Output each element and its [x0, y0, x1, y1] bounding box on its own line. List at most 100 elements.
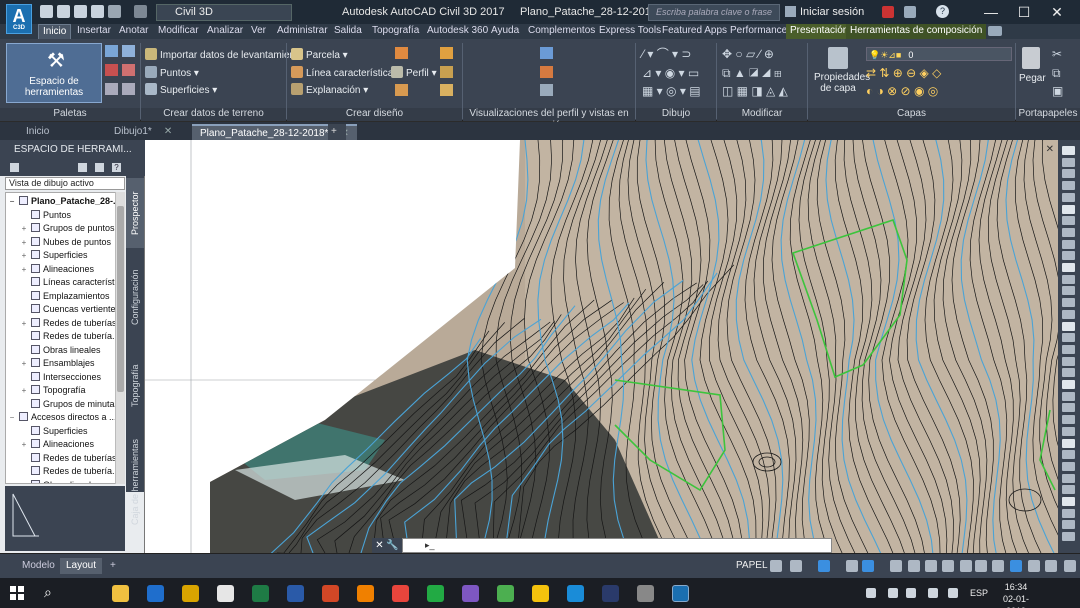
- tree-expand-icon[interactable]: +: [20, 236, 28, 249]
- tab-analizar[interactable]: Analizar: [207, 24, 243, 39]
- taskbar-app-icon[interactable]: [322, 585, 339, 602]
- taskbar-app-icon[interactable]: [147, 585, 164, 602]
- paper-space-toggle[interactable]: PAPEL: [736, 558, 768, 574]
- vtab-configuracion[interactable]: Configuración: [126, 252, 144, 342]
- status-toggle-icon[interactable]: [925, 560, 937, 572]
- viewport-close-icon[interactable]: ✕: [1046, 144, 1054, 155]
- close-tab-icon[interactable]: ✕: [164, 126, 172, 137]
- redo-icon[interactable]: [134, 5, 147, 18]
- parcel-button[interactable]: Parcela ▾: [291, 48, 348, 63]
- vtab-prospector[interactable]: Prospector: [126, 178, 144, 248]
- nav-tool-icon[interactable]: [1062, 473, 1075, 483]
- status-toggle-icon[interactable]: [818, 560, 830, 572]
- tray-icon[interactable]: [948, 588, 958, 598]
- move-icon[interactable]: ✥ ○ ▱ ∕ ⊕: [722, 47, 774, 61]
- nav-tool-icon[interactable]: [1062, 426, 1075, 436]
- tree-item[interactable]: Grupos de minutas: [6, 398, 119, 412]
- hatch-icon[interactable]: ▦ ▾ ◎ ▾ ▤: [642, 84, 701, 98]
- nav-tool-icon[interactable]: [1062, 497, 1075, 506]
- tab-ayuda[interactable]: Ayuda: [491, 24, 519, 39]
- ribbon-options-icon[interactable]: [988, 26, 1002, 36]
- tree-item[interactable]: Líneas característ...: [6, 276, 122, 290]
- cut-icon[interactable]: ✂: [1052, 47, 1062, 61]
- tab-autodesk-360[interactable]: Autodesk 360: [427, 24, 488, 39]
- polyline-icon[interactable]: ⊿ ▾ ◉ ▾ ▭: [642, 66, 699, 80]
- tab-salida[interactable]: Salida: [334, 24, 362, 39]
- application-menu-button[interactable]: A C3D: [6, 4, 32, 34]
- tree-item[interactable]: Cuencas vertientes: [6, 303, 120, 317]
- vtab-caja-herramientas[interactable]: Caja de herramientas: [126, 432, 144, 532]
- tree-item[interactable]: + Ensamblajes: [6, 357, 95, 371]
- workspace-dropdown[interactable]: Civil 3D: [156, 4, 292, 21]
- copy-icon[interactable]: ⧉ ▲ ◪ ◢ ⊞: [722, 66, 782, 80]
- nav-tool-icon[interactable]: [1062, 520, 1075, 530]
- tree-item[interactable]: Redes de tubería...: [6, 330, 120, 344]
- taskbar-app-icon[interactable]: [497, 585, 514, 602]
- tree-expand-icon[interactable]: +: [20, 438, 28, 451]
- nav-tool-icon[interactable]: [1062, 286, 1075, 296]
- help-icon[interactable]: ?: [936, 5, 949, 18]
- search-icon[interactable]: ⌕: [44, 584, 52, 601]
- tray-icon[interactable]: [866, 588, 876, 598]
- tree-item[interactable]: + Topografía: [6, 384, 86, 398]
- tree-expand-icon[interactable]: +: [20, 222, 28, 235]
- corridor-icon[interactable]: [440, 84, 453, 96]
- feature-line-button[interactable]: Línea característica ▾: [291, 66, 401, 81]
- vtab-topografia[interactable]: Topografía: [126, 346, 144, 426]
- layer-tools-row-1[interactable]: ⇄ ⇅ ⊕ ⊖ ◈ ◇: [866, 66, 941, 80]
- tab-ver[interactable]: Ver: [251, 24, 266, 39]
- tab-featured-apps[interactable]: Featured Apps: [662, 24, 727, 39]
- drawing-canvas[interactable]: ✕: [145, 140, 1058, 553]
- tray-icon[interactable]: [888, 588, 898, 598]
- tree-item[interactable]: + Nubes de puntos: [6, 236, 111, 250]
- prospector-icon[interactable]: [105, 45, 118, 57]
- panel-title-design[interactable]: Crear diseño: [287, 108, 462, 121]
- tree-item[interactable]: − Plano_Patache_28-...: [6, 195, 121, 209]
- layer-properties-icon[interactable]: [828, 47, 848, 69]
- tab-topografia[interactable]: Topografía: [372, 24, 419, 39]
- input-language[interactable]: ESP: [970, 588, 988, 598]
- nav-tool-icon[interactable]: [1062, 403, 1075, 413]
- properties-icon[interactable]: [122, 45, 135, 57]
- nav-tool-icon[interactable]: [1062, 380, 1075, 389]
- tab-complementos[interactable]: Complementos: [528, 24, 595, 39]
- nav-tool-icon[interactable]: [1062, 146, 1075, 155]
- status-toggle-icon[interactable]: [942, 560, 954, 572]
- grading-button[interactable]: Explanación ▾: [291, 83, 368, 98]
- status-toggle-icon[interactable]: [890, 560, 902, 572]
- tab-administrar[interactable]: Administrar: [277, 24, 328, 39]
- tree-item[interactable]: Obras lineales: [6, 344, 101, 358]
- status-toggle-icon[interactable]: [975, 560, 987, 572]
- layer-dropdown[interactable]: 💡☀⊿■ 0: [866, 47, 1012, 61]
- tool-space-button[interactable]: ⚒ Espacio de herramientas: [6, 43, 102, 103]
- status-toggle-icon[interactable]: [992, 560, 1004, 572]
- tree-item[interactable]: Redes de tubería...: [6, 465, 120, 479]
- section-line-icon[interactable]: [540, 66, 553, 78]
- import-survey-button[interactable]: Importar datos de levantamiento: [145, 48, 303, 63]
- nav-tool-icon[interactable]: [1062, 461, 1075, 471]
- nav-tool-icon[interactable]: [1062, 450, 1075, 460]
- model-tab[interactable]: Modelo: [16, 558, 61, 574]
- tree-expand-icon[interactable]: +: [20, 317, 28, 330]
- scrollbar-thumb[interactable]: [117, 206, 124, 392]
- tree-scrollbar[interactable]: [115, 192, 125, 484]
- nav-tool-icon[interactable]: [1062, 368, 1075, 378]
- taskbar-app-icon[interactable]: [602, 585, 619, 602]
- tray-icon[interactable]: [928, 588, 938, 598]
- view-selector-dropdown[interactable]: Vista de dibujo activo: [5, 177, 125, 190]
- nav-tool-icon[interactable]: [1062, 485, 1075, 495]
- tree-item[interactable]: + Alineaciones: [6, 263, 94, 277]
- nav-tool-icon[interactable]: [1062, 344, 1075, 354]
- nav-tool-icon[interactable]: [1062, 274, 1075, 284]
- tree-item[interactable]: − Accesos directos a ...: [6, 411, 117, 425]
- status-toggle-icon[interactable]: [1028, 560, 1040, 572]
- nav-tool-icon[interactable]: [1062, 251, 1075, 261]
- panel-title-ground-data[interactable]: Crear datos de terreno: [141, 108, 286, 121]
- tree-item[interactable]: Intersecciones: [6, 371, 101, 385]
- taskbar-app-icon[interactable]: [462, 585, 479, 602]
- status-toggle-icon[interactable]: [1045, 560, 1057, 572]
- panel-title-profile-views[interactable]: Visualizaciones del perfil y vistas en s…: [463, 108, 635, 131]
- nav-tool-icon[interactable]: [1062, 227, 1075, 237]
- nav-tool-icon[interactable]: [1062, 415, 1075, 425]
- match-props-icon[interactable]: ▣: [1052, 84, 1063, 98]
